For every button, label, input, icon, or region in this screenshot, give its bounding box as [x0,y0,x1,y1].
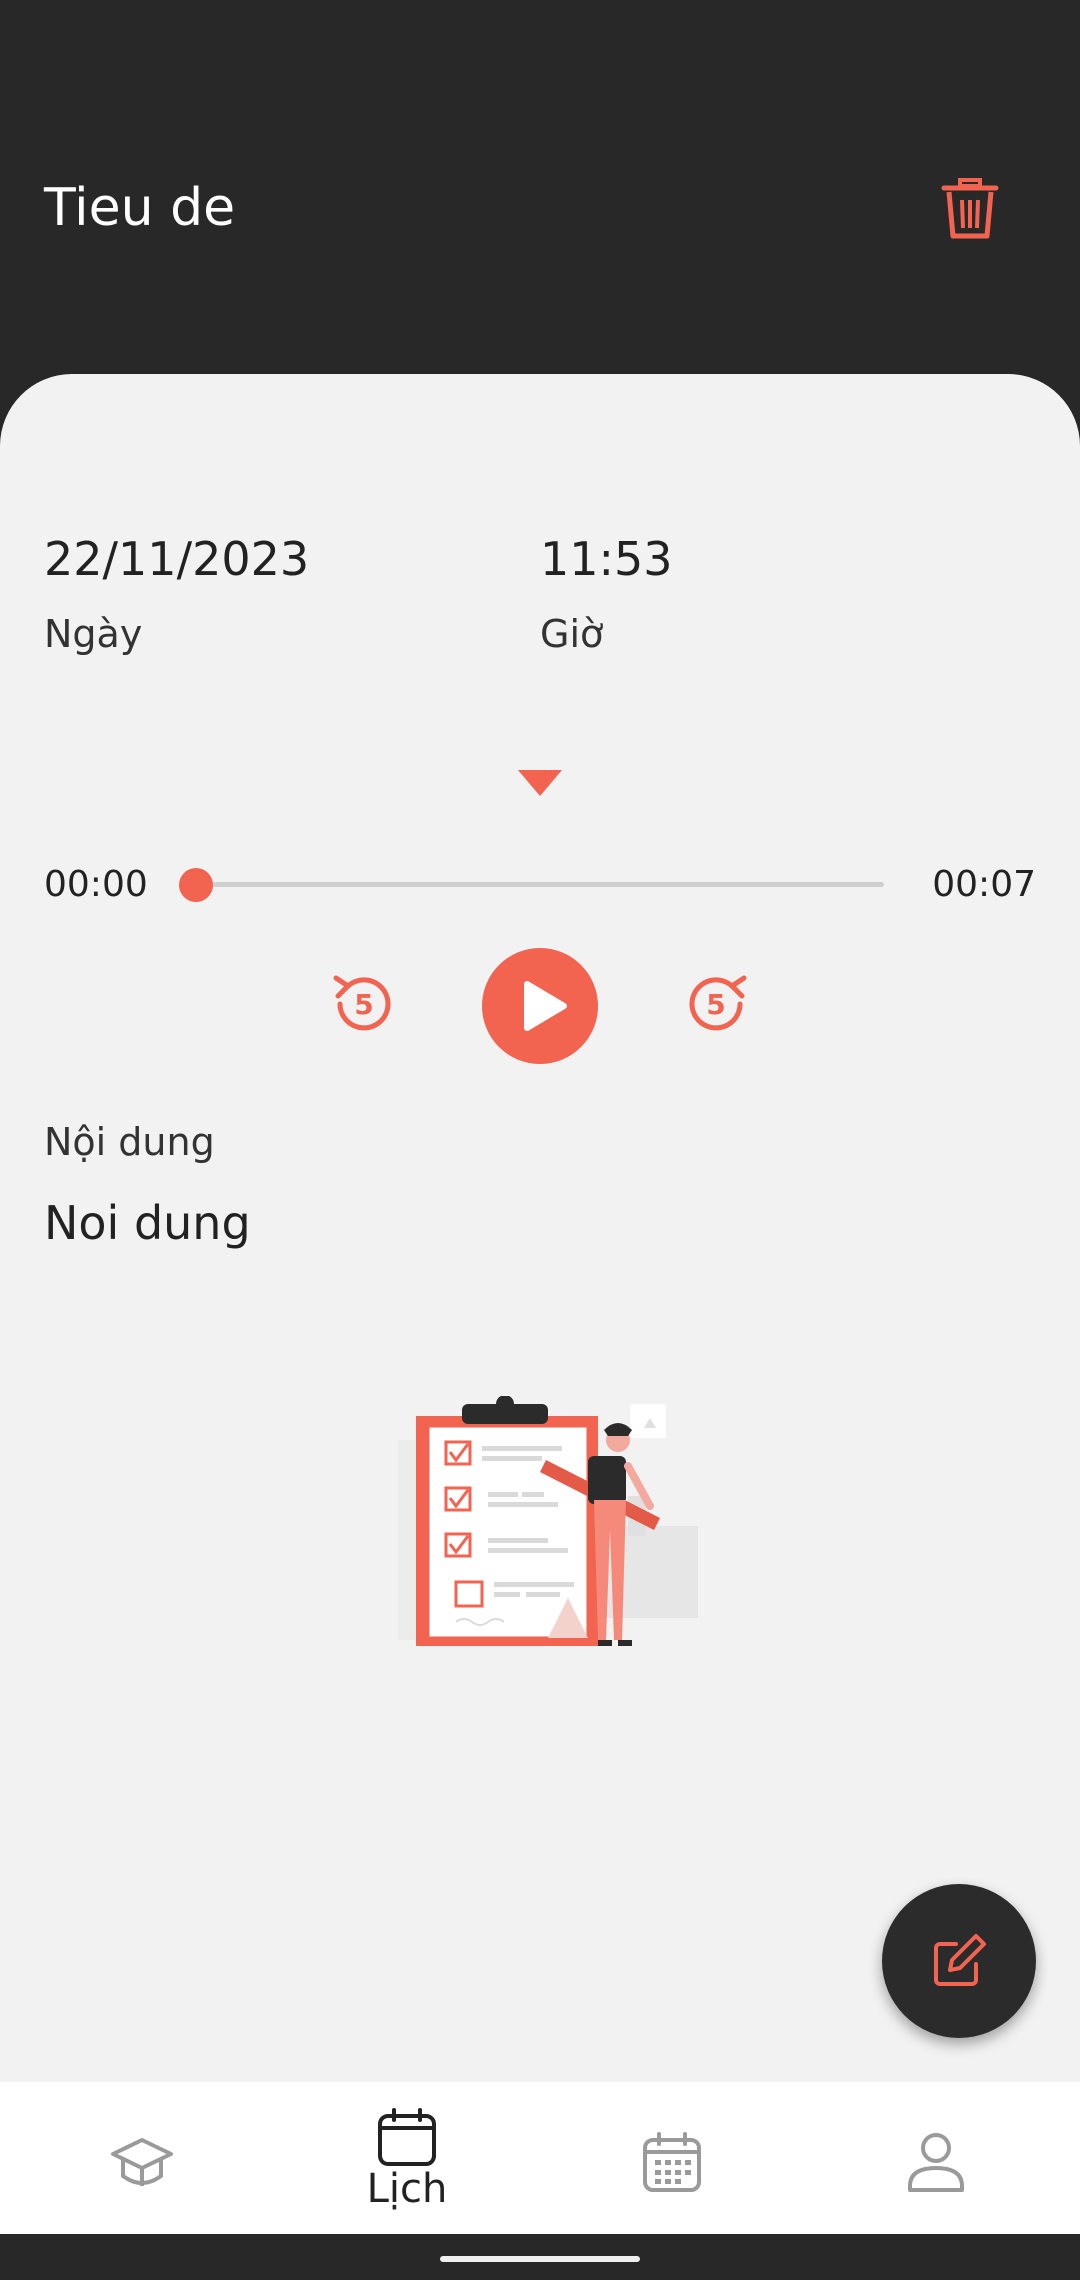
nav-item-courses[interactable] [7,2082,277,2234]
nav-item-profile[interactable] [802,2082,1072,2234]
page-title: Tieu de [44,178,236,238]
time-label: Giờ [540,612,604,656]
play-button[interactable] [482,948,598,1064]
time-value: 11:53 [540,532,673,586]
detail-sheet: 22/11/2023 Ngày 11:53 Giờ 00:00 00:07 5 … [0,374,1080,2082]
graduation-cap-icon [111,2138,173,2186]
date-value: 22/11/2023 [44,532,310,586]
gesture-bar[interactable] [440,2256,640,2262]
svg-text:5: 5 [706,988,725,1021]
play-icon [524,981,567,1031]
svg-text:5: 5 [354,988,373,1021]
content-label: Nội dung [44,1120,215,1164]
user-icon [908,2133,964,2192]
nav-label-calendar: Lịch [366,2166,448,2212]
trash-icon[interactable] [940,172,1000,242]
date-label: Ngày [44,612,143,656]
seek-bar[interactable] [179,868,884,902]
calendar-grid-icon [643,2132,701,2192]
caret-down-icon[interactable] [518,770,562,796]
forward-5-icon[interactable]: 5 [678,966,754,1042]
total-time: 00:07 [932,864,1036,905]
app-header: Tieu de [0,0,1080,420]
edit-button[interactable] [882,1884,1036,2038]
nav-item-schedule[interactable] [537,2082,807,2234]
calendar-icon [378,2108,436,2166]
seek-thumb[interactable] [179,868,213,902]
current-time: 00:00 [44,864,148,905]
content-value: Noi dung [44,1196,251,1250]
bottom-navigation: Lịch [0,2082,1080,2234]
nav-item-calendar[interactable]: Lịch [272,2082,542,2234]
edit-icon [934,1934,986,1986]
checklist-illustration [398,1396,698,1646]
rewind-5-icon[interactable]: 5 [326,966,402,1042]
